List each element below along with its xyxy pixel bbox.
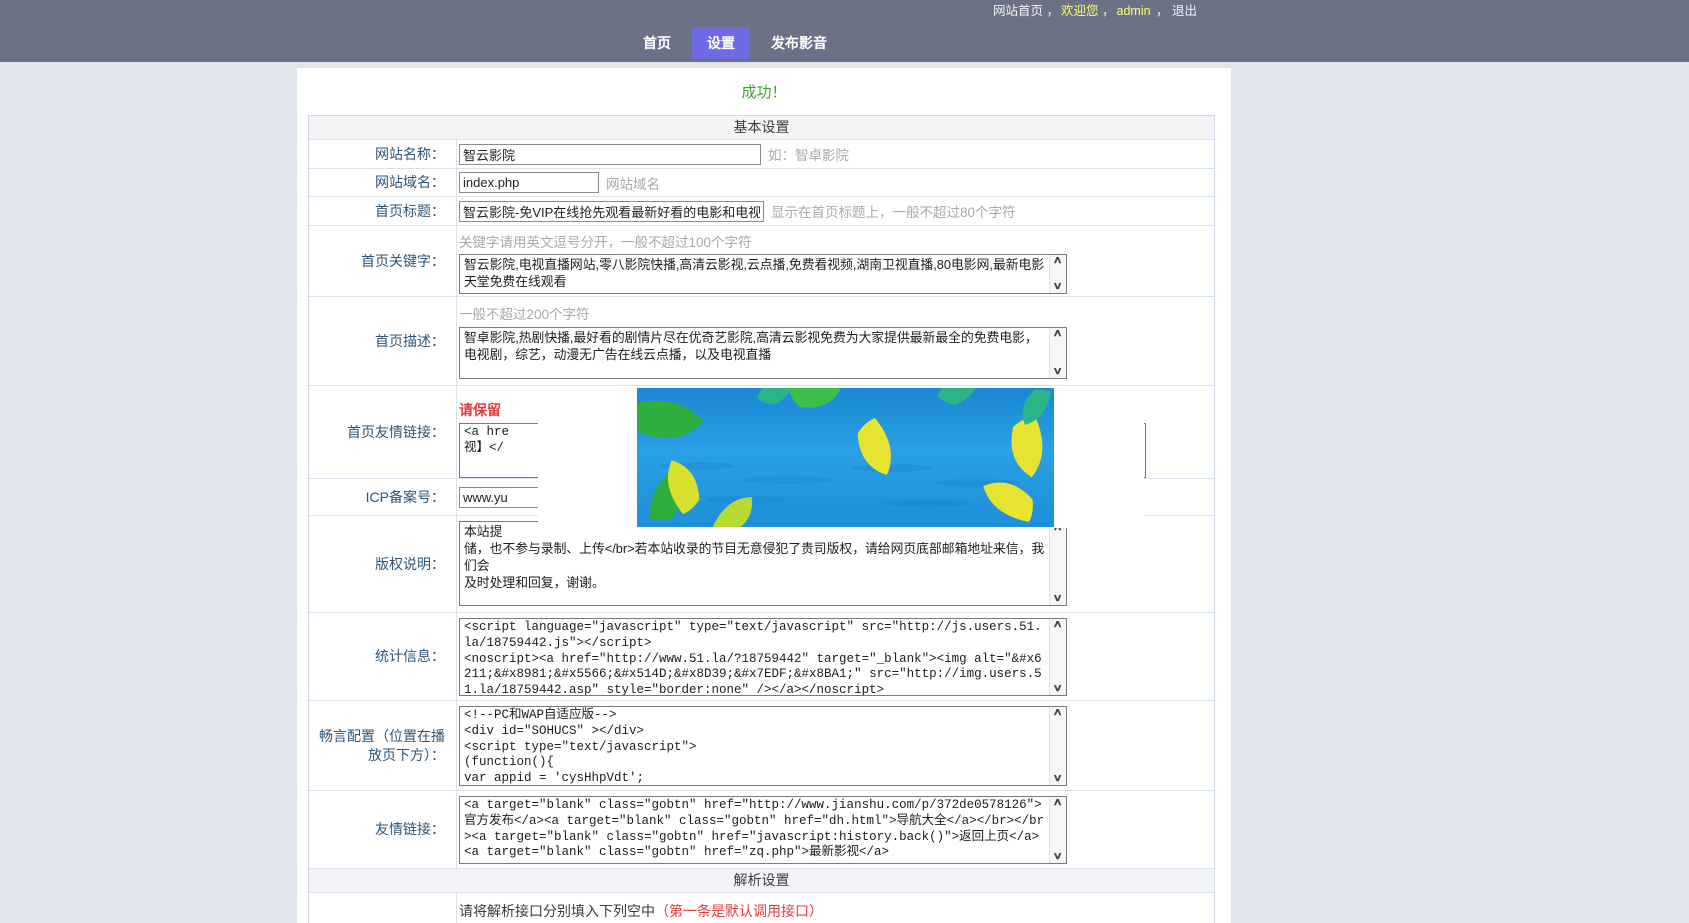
home-desc-label: 首页描述： [309,297,457,385]
site-domain-label: 网站域名： [309,169,457,196]
scrollbar[interactable]: ∧ ∨ [1049,707,1066,785]
stats-textarea[interactable]: <script language="javascript" type="text… [460,619,1066,695]
copyright-textarea[interactable]: 本站提 储，也不参与录制、上传</br>若本站收录的节目无意侵犯了贵司版权，请给… [460,522,1066,605]
home-title-label: 首页标题： [309,197,457,225]
changyan-textarea[interactable]: <!--PC和WAP自适应版--> <div id="SOHUCS" ></di… [460,707,1066,785]
blue-leaves-image [637,388,1054,527]
scroll-up-icon[interactable]: ∧ [1053,797,1063,809]
row-copyright: 版权说明： 本站提 储，也不参与录制、上传</br>若本站收录的节目无意侵犯了贵… [309,516,1214,613]
scroll-down-icon[interactable]: ∨ [1053,851,1063,863]
home-title-hint: 显示在首页标题上，一般不超过80个字符 [771,201,1016,221]
site-domain-input[interactable] [459,172,599,193]
scroll-down-icon[interactable]: ∨ [1053,366,1063,378]
site-name-input[interactable] [459,144,761,165]
home-keywords-textarea[interactable]: 智云影院,电视直播网站,零八影院快播,高清云影视,云点播,免费看视频,湖南卫视直… [460,255,1066,293]
image-overlay-background [538,386,1144,528]
success-message: 成功！ [297,81,1231,102]
changyan-textarea-wrap: <!--PC和WAP自适应版--> <div id="SOHUCS" ></di… [459,706,1067,786]
row-friend-links: 友情链接： <a target="blank" class="gobtn" hr… [309,791,1214,869]
blue-water-background [637,388,1054,527]
row-site-name: 网站名称： 如：智卓影院 [309,140,1214,169]
home-keywords-hint: 关键字请用英文逗号分开，一般不超过100个字符 [459,231,1214,251]
row-home-desc: 首页描述： 一般不超过200个字符 智卓影院,热剧快播,最好看的剧情片尽在优奇艺… [309,297,1214,386]
section-header-parse: 解析设置 [309,869,1214,893]
section-header-basic: 基本设置 [309,116,1214,140]
row-home-keywords: 首页关键字： 关键字请用英文逗号分开，一般不超过100个字符 智云影院,电视直播… [309,226,1214,297]
row-stats: 统计信息： <script language="javascript" type… [309,613,1214,701]
scroll-up-icon[interactable]: ∧ [1053,707,1063,719]
scrollbar[interactable]: ∧ ∨ [1049,328,1066,378]
username-link[interactable]: admin [1117,4,1151,18]
friend-links-textarea[interactable]: <a target="blank" class="gobtn" href="ht… [460,797,1066,863]
home-desc-hint: 一般不超过200个字符 [459,303,1214,323]
parse-note-text: 请将解析接口分别填入下列空中 [459,903,655,919]
home-keywords-label: 首页关键字： [309,226,457,296]
nav-tabs: 首页 设置 发布影音 [628,23,842,62]
stats-textarea-wrap: <script language="javascript" type="text… [459,618,1067,696]
copyright-label: 版权说明： [309,516,457,612]
changyan-label: 畅言配置（位置在播放页下方）： [309,701,457,790]
parse-note-label-cell [309,893,457,923]
tab-publish-media[interactable]: 发布影音 [756,27,842,59]
scroll-up-icon[interactable]: ∧ [1053,328,1063,340]
row-parse-note: 请将解析接口分别填入下列空中（第一条是默认调用接口） [309,893,1214,923]
scroll-down-icon[interactable]: ∨ [1053,281,1063,293]
home-title-input[interactable] [459,201,764,222]
top-bar: 网站首页 ，欢迎您 ，admin ， 退出 [0,0,1689,23]
site-domain-hint: 网站域名 [606,173,660,193]
scroll-up-icon[interactable]: ∧ [1053,619,1063,631]
welcome-text: 欢迎您 ， [1061,4,1114,18]
scroll-down-icon[interactable]: ∨ [1053,593,1063,605]
stats-label: 统计信息： [309,613,457,700]
tab-settings[interactable]: 设置 [692,27,750,59]
logout-link[interactable]: ， 退出 [1153,4,1197,18]
home-desc-textarea[interactable]: 智卓影院,热剧快播,最好看的剧情片尽在优奇艺影院,高清云影视免费为大家提供最新最… [460,328,1066,378]
home-keywords-textarea-wrap: 智云影院,电视直播网站,零八影院快播,高清云影视,云点播,免费看视频,湖南卫视直… [459,254,1067,294]
site-name-label: 网站名称： [309,140,457,168]
friend-links-textarea-wrap: <a target="blank" class="gobtn" href="ht… [459,796,1067,864]
copyright-textarea-wrap: 本站提 储，也不参与录制、上传</br>若本站收录的节目无意侵犯了贵司版权，请给… [459,521,1067,606]
nav-bar: 首页 设置 发布影音 [0,23,1689,62]
scrollbar[interactable]: ∧ ∨ [1049,797,1066,863]
friend-links-label: 友情链接： [309,791,457,868]
scroll-down-icon[interactable]: ∨ [1053,773,1063,785]
parse-note-red-text: （第一条是默认调用接口） [655,903,823,919]
top-bar-user-links: 网站首页 ，欢迎您 ，admin ， 退出 [992,0,1198,23]
scrollbar[interactable]: ∧ ∨ [1049,522,1066,605]
home-page-link[interactable]: 网站首页 ， [993,4,1059,18]
home-desc-textarea-wrap: 智卓影院,热剧快播,最好看的剧情片尽在优奇艺影院,高清云影视免费为大家提供最新最… [459,327,1067,379]
tab-home[interactable]: 首页 [628,27,686,59]
row-home-title: 首页标题： 显示在首页标题上，一般不超过80个字符 [309,197,1214,226]
row-changyan: 畅言配置（位置在播放页下方）： <!--PC和WAP自适应版--> <div i… [309,701,1214,791]
row-site-domain: 网站域名： 网站域名 [309,169,1214,197]
scrollbar[interactable]: ∧ ∨ [1049,255,1066,293]
scrollbar[interactable]: ∧ ∨ [1049,619,1066,695]
icp-label: ICP备案号： [309,479,457,515]
home-links-label: 首页友情链接： [309,386,457,478]
scroll-up-icon[interactable]: ∧ [1053,255,1063,267]
site-name-hint: 如：智卓影院 [768,144,849,164]
scroll-down-icon[interactable]: ∨ [1053,683,1063,695]
